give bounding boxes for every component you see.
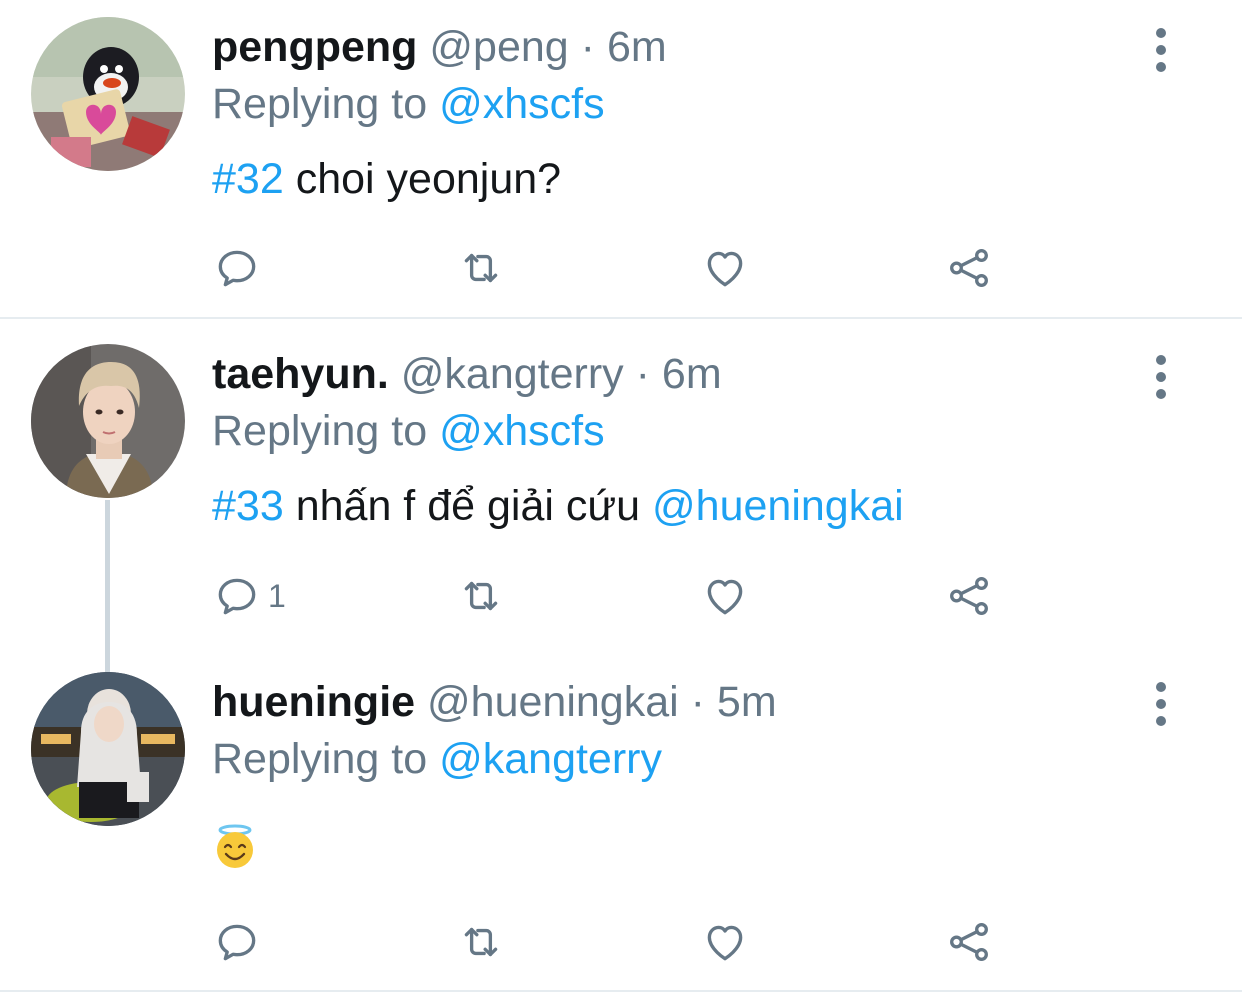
display-name[interactable]: pengpeng bbox=[212, 23, 417, 71]
replying-to-label: Replying to bbox=[212, 407, 428, 455]
replying-to-mention[interactable]: @kangterry bbox=[439, 735, 662, 783]
separator-dot: · bbox=[580, 23, 595, 71]
more-options-button[interactable] bbox=[1150, 355, 1172, 401]
retweet-button[interactable] bbox=[456, 240, 506, 296]
avatar-image bbox=[31, 672, 185, 826]
timestamp[interactable]: 6m bbox=[607, 23, 667, 71]
more-vertical-icon bbox=[1150, 28, 1172, 72]
share-button[interactable] bbox=[944, 568, 994, 624]
separator-dot: · bbox=[635, 350, 650, 398]
replying-to: Replying to @kangterry bbox=[212, 734, 662, 784]
share-icon bbox=[950, 249, 988, 287]
share-icon bbox=[950, 577, 988, 615]
replying-to: Replying to @xhscfs bbox=[212, 79, 605, 129]
tweet-header: taehyun. @kangterry · 6m bbox=[212, 349, 722, 399]
avatar-image bbox=[31, 344, 185, 498]
heart-icon bbox=[707, 579, 743, 615]
mention-link[interactable]: @hueningkai bbox=[652, 482, 904, 530]
avatar[interactable] bbox=[31, 17, 185, 171]
display-name[interactable]: hueningie bbox=[212, 678, 415, 726]
tweet-body: choi yeonjun? bbox=[283, 155, 562, 203]
tweet[interactable]: pengpeng @peng · 6m Replying to @xhscfs … bbox=[0, 0, 1242, 318]
tweet-body: nhấn f để giải cứu bbox=[283, 482, 653, 530]
heart-icon bbox=[707, 251, 743, 287]
more-vertical-icon bbox=[1150, 682, 1172, 726]
tweet-header: pengpeng @peng · 6m bbox=[212, 22, 667, 72]
like-button[interactable] bbox=[700, 240, 750, 296]
reply-button[interactable]: 1 bbox=[212, 568, 286, 624]
user-handle[interactable]: @hueningkai bbox=[427, 678, 679, 726]
share-button[interactable] bbox=[944, 240, 994, 296]
retweet-button[interactable] bbox=[456, 568, 506, 624]
like-button[interactable] bbox=[700, 914, 750, 970]
retweet-icon bbox=[464, 581, 498, 611]
like-button[interactable] bbox=[700, 568, 750, 624]
timestamp[interactable]: 5m bbox=[717, 678, 777, 726]
avatar-image bbox=[31, 17, 185, 171]
replying-to-mention[interactable]: @xhscfs bbox=[439, 80, 605, 128]
share-icon bbox=[950, 923, 988, 961]
reply-icon bbox=[218, 578, 256, 615]
reply-icon bbox=[218, 250, 256, 287]
tweet-actions bbox=[212, 240, 1012, 296]
tweet[interactable]: taehyun. @kangterry · 6m Replying to @xh… bbox=[0, 320, 1242, 660]
timestamp[interactable]: 6m bbox=[662, 350, 722, 398]
more-options-button[interactable] bbox=[1150, 682, 1172, 728]
user-handle[interactable]: @peng bbox=[429, 23, 568, 71]
avatar[interactable] bbox=[31, 344, 185, 498]
hashtag-link[interactable]: #32 bbox=[212, 155, 284, 203]
separator-dot: · bbox=[690, 678, 705, 726]
retweet-icon bbox=[464, 253, 498, 283]
tweet-text: #33 nhấn f để giải cứu @hueningkai bbox=[212, 481, 904, 531]
share-button[interactable] bbox=[944, 914, 994, 970]
tweet-header: hueningie @hueningkai · 5m bbox=[212, 677, 777, 727]
reply-count: 1 bbox=[268, 577, 286, 614]
tweet-actions bbox=[212, 914, 1012, 970]
more-options-button[interactable] bbox=[1150, 28, 1172, 74]
tweet-actions: 1 bbox=[212, 568, 1012, 624]
replying-to-label: Replying to bbox=[212, 735, 428, 783]
replying-to-label: Replying to bbox=[212, 80, 428, 128]
replying-to: Replying to @xhscfs bbox=[212, 406, 605, 456]
smiling-face-with-halo-icon bbox=[217, 824, 253, 868]
hashtag-link[interactable]: #33 bbox=[212, 482, 284, 530]
retweet-icon bbox=[464, 927, 498, 957]
more-vertical-icon bbox=[1150, 355, 1172, 399]
tweet-text bbox=[212, 824, 258, 870]
tweet-text: #32 choi yeonjun? bbox=[212, 154, 561, 204]
tweet-divider bbox=[0, 317, 1242, 319]
retweet-button[interactable] bbox=[456, 914, 506, 970]
heart-icon bbox=[707, 925, 743, 961]
tweet[interactable]: hueningie @hueningkai · 5m Replying to @… bbox=[0, 660, 1242, 993]
reply-button[interactable] bbox=[212, 240, 262, 296]
user-handle[interactable]: @kangterry bbox=[401, 350, 624, 398]
tweet-divider bbox=[0, 990, 1242, 992]
reply-icon bbox=[218, 924, 256, 961]
display-name[interactable]: taehyun. bbox=[212, 350, 389, 398]
reply-button[interactable] bbox=[212, 914, 262, 970]
replying-to-mention[interactable]: @xhscfs bbox=[439, 407, 605, 455]
avatar[interactable] bbox=[31, 672, 185, 826]
